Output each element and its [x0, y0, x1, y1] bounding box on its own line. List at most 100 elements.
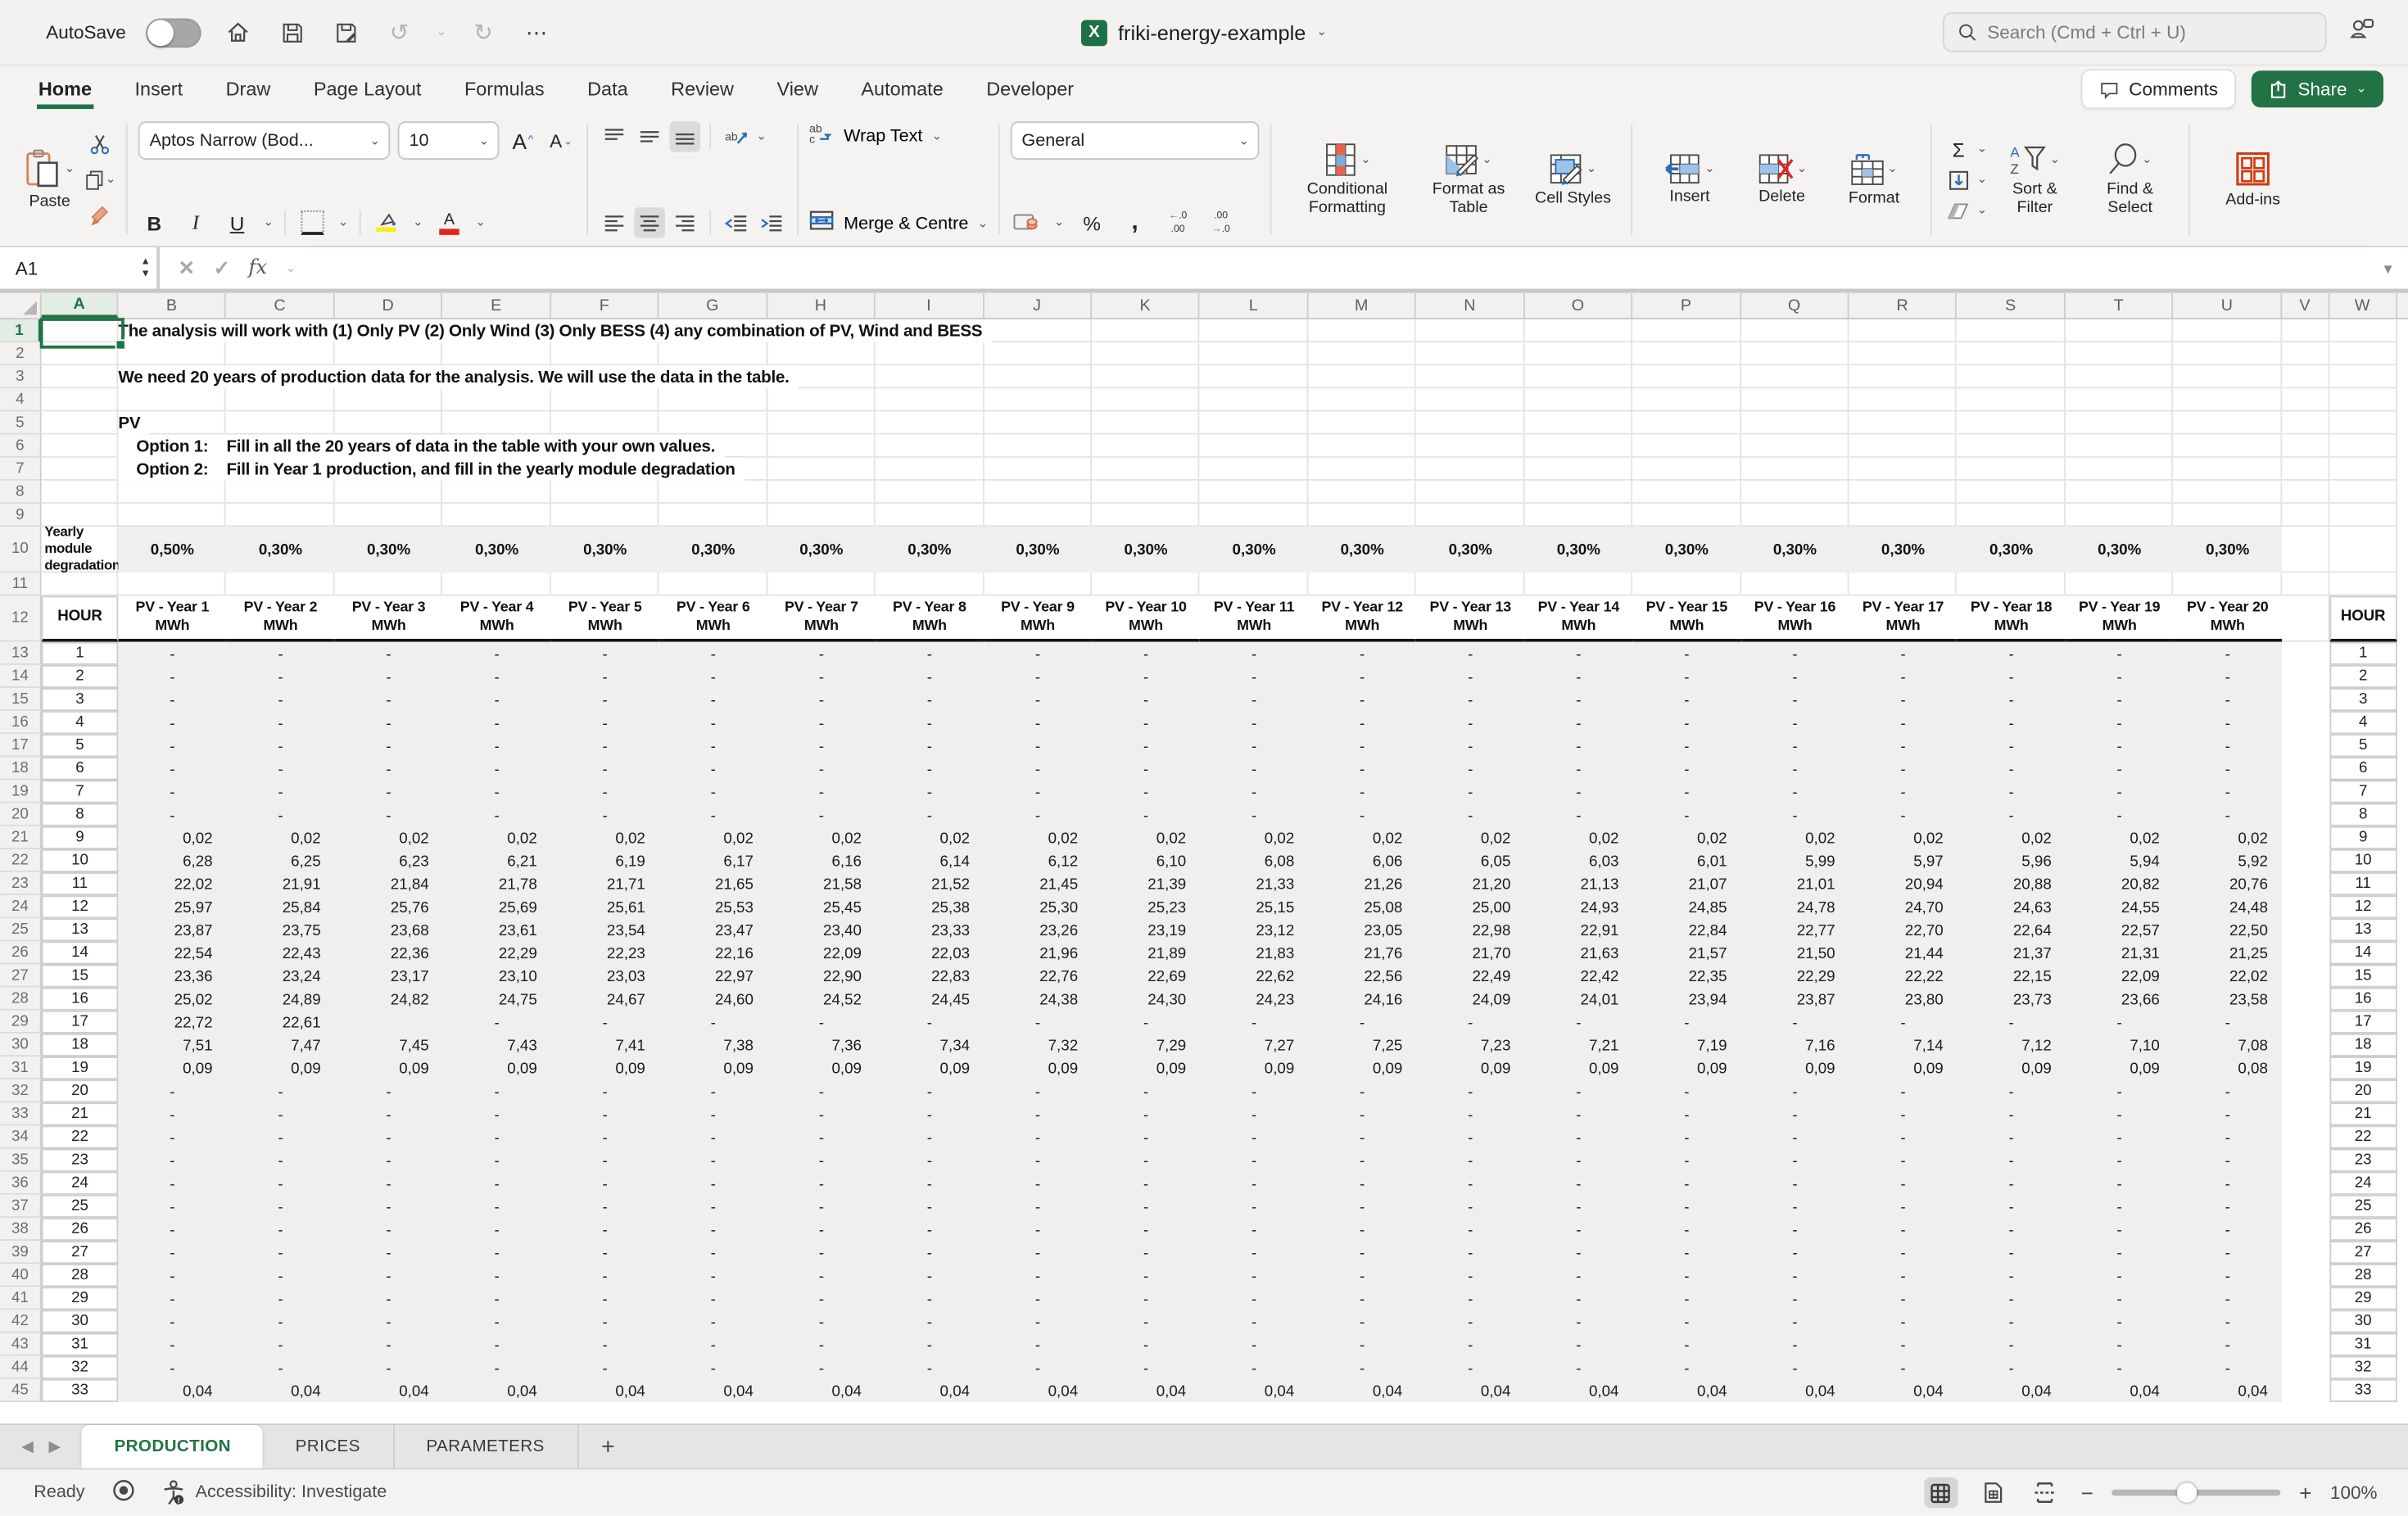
cell-F9[interactable]: [551, 504, 659, 527]
cell-B33[interactable]: -: [118, 1102, 226, 1125]
cell-P41[interactable]: -: [1632, 1287, 1740, 1310]
row-header-24[interactable]: 24: [0, 895, 42, 918]
cell-J44[interactable]: -: [984, 1356, 1092, 1379]
spill-text[interactable]: PV: [118, 412, 149, 435]
cell-T7[interactable]: [2066, 458, 2174, 481]
cell-L3[interactable]: [1200, 365, 1308, 388]
cell-W8[interactable]: [2329, 481, 2397, 504]
cell-V44[interactable]: [2282, 1356, 2329, 1379]
cell-D9[interactable]: [335, 504, 443, 527]
column-header-Q[interactable]: Q: [1740, 293, 1849, 318]
column-header-P[interactable]: P: [1632, 293, 1740, 318]
cell-L32[interactable]: -: [1200, 1079, 1308, 1102]
cell-A14[interactable]: 2: [42, 665, 119, 688]
cell-Q39[interactable]: -: [1740, 1241, 1849, 1264]
cell-S16[interactable]: -: [1958, 711, 2066, 734]
cell-Q15[interactable]: -: [1740, 688, 1849, 711]
row-header-34[interactable]: 34: [0, 1125, 42, 1148]
cell-C35[interactable]: -: [226, 1149, 334, 1172]
cell-A44[interactable]: 32: [42, 1356, 119, 1379]
cell-J36[interactable]: -: [984, 1172, 1092, 1195]
clear-chevron-icon[interactable]: ⌄: [1977, 204, 1988, 216]
cell-W28[interactable]: 16: [2329, 988, 2397, 1011]
cell-P23[interactable]: 21,07: [1632, 872, 1740, 895]
cell-K19[interactable]: -: [1092, 781, 1200, 803]
cell-U33[interactable]: -: [2174, 1102, 2282, 1125]
cell-P36[interactable]: -: [1632, 1172, 1740, 1195]
cell-V30[interactable]: [2282, 1034, 2329, 1057]
cell-C36[interactable]: -: [226, 1172, 334, 1195]
cell-T40[interactable]: -: [2066, 1264, 2174, 1287]
cell-L13[interactable]: -: [1200, 642, 1308, 665]
cell-V2[interactable]: [2282, 342, 2329, 365]
cell-L25[interactable]: 23,12: [1200, 918, 1308, 941]
cell-C11[interactable]: [226, 572, 334, 595]
cell-M5[interactable]: [1308, 412, 1416, 435]
cell-S41[interactable]: -: [1958, 1287, 2066, 1310]
cell-D45[interactable]: 0,04: [335, 1379, 443, 1402]
cell-O15[interactable]: -: [1524, 688, 1632, 711]
cell-C23[interactable]: 21,91: [226, 872, 334, 895]
align-right-button[interactable]: [670, 207, 701, 238]
cell-S6[interactable]: [1958, 435, 2066, 458]
bold-button[interactable]: B: [139, 207, 170, 238]
cell-B43[interactable]: -: [118, 1333, 226, 1356]
cell-U13[interactable]: -: [2174, 642, 2282, 665]
row-header-3[interactable]: 3: [0, 365, 42, 388]
cell-N17[interactable]: -: [1416, 734, 1524, 757]
cell-Q5[interactable]: [1740, 412, 1849, 435]
cell-C32[interactable]: -: [226, 1079, 334, 1102]
font-color-button[interactable]: A: [434, 207, 465, 238]
cell-I26[interactable]: 22,03: [876, 941, 984, 964]
cell-C22[interactable]: 6,25: [226, 849, 334, 872]
cell-S34[interactable]: -: [1958, 1125, 2066, 1148]
cell-S18[interactable]: -: [1958, 757, 2066, 780]
cell-K18[interactable]: -: [1092, 757, 1200, 780]
cell-styles-button[interactable]: ⌄ Cell Styles: [1525, 147, 1620, 212]
cell-P26[interactable]: 21,57: [1632, 941, 1740, 964]
cell-U25[interactable]: 22,50: [2174, 918, 2282, 941]
cell-I15[interactable]: -: [876, 688, 984, 711]
cell-K6[interactable]: [1092, 435, 1200, 458]
cell-F39[interactable]: -: [551, 1241, 659, 1264]
cell-S35[interactable]: -: [1958, 1149, 2066, 1172]
cell-O28[interactable]: 24,01: [1524, 988, 1632, 1011]
cell-P13[interactable]: -: [1632, 642, 1740, 665]
cell-N19[interactable]: -: [1416, 781, 1524, 803]
cell-R36[interactable]: -: [1849, 1172, 1958, 1195]
cell-J22[interactable]: 6,12: [984, 849, 1092, 872]
cell-B42[interactable]: -: [118, 1310, 226, 1333]
cell-W43[interactable]: 31: [2329, 1333, 2397, 1356]
italic-button[interactable]: I: [180, 207, 211, 238]
align-middle-button[interactable]: [635, 121, 666, 152]
wrap-text-button[interactable]: Wrap Text: [844, 128, 922, 147]
cell-Q1[interactable]: [1740, 319, 1849, 342]
cell-J45[interactable]: 0,04: [984, 1379, 1092, 1402]
cell-L26[interactable]: 21,83: [1200, 941, 1308, 964]
cell-W30[interactable]: 18: [2329, 1034, 2397, 1057]
cell-F35[interactable]: -: [551, 1149, 659, 1172]
selection-outline-A1[interactable]: [40, 318, 124, 349]
cell-I16[interactable]: -: [876, 711, 984, 734]
cell-O22[interactable]: 6,03: [1524, 849, 1632, 872]
cell-T29[interactable]: -: [2066, 1011, 2174, 1034]
cell-G19[interactable]: -: [659, 781, 767, 803]
cell-N4[interactable]: [1416, 388, 1524, 411]
cell-E29[interactable]: -: [443, 1011, 551, 1034]
cell-E37[interactable]: -: [443, 1195, 551, 1218]
cell-W7[interactable]: [2329, 458, 2397, 481]
cell-L43[interactable]: -: [1200, 1333, 1308, 1356]
cell-M12[interactable]: PV - Year 12MWh: [1308, 596, 1416, 642]
cell-D11[interactable]: [335, 572, 443, 595]
cell-G13[interactable]: -: [659, 642, 767, 665]
cell-F34[interactable]: -: [551, 1125, 659, 1148]
cell-P28[interactable]: 23,94: [1632, 988, 1740, 1011]
tab-developer[interactable]: Developer: [984, 69, 1075, 109]
cell-R1[interactable]: [1849, 319, 1958, 342]
cell-V18[interactable]: [2282, 757, 2329, 780]
cell-O14[interactable]: -: [1524, 665, 1632, 688]
cell-M27[interactable]: 22,56: [1308, 965, 1416, 988]
cell-O9[interactable]: [1524, 504, 1632, 527]
cell-M31[interactable]: 0,09: [1308, 1057, 1416, 1079]
insert-cells-button[interactable]: ⌄ Insert: [1644, 149, 1736, 210]
